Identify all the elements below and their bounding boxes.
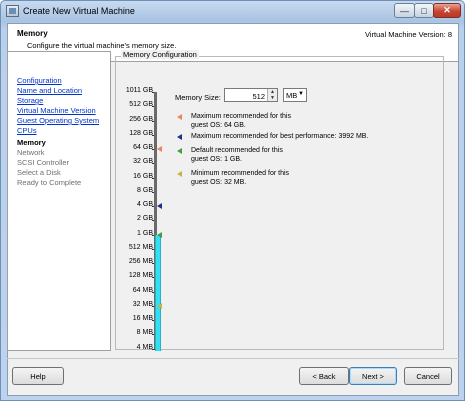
scale-label: 4 MB (136, 343, 153, 351)
window-app-icon (6, 5, 19, 17)
legend-marker-icon (177, 148, 182, 154)
nav-step-name-and-location[interactable]: Name and Location (17, 86, 82, 96)
legend-line-1: Maximum recommended for this (191, 113, 291, 120)
memory-size-label: Memory Size: (175, 93, 221, 102)
scale-label: 8 GB (137, 186, 153, 194)
maximize-button[interactable]: □ (414, 3, 434, 18)
scale-label: 64 GB (133, 144, 153, 151)
scale-label: 128 GB (129, 129, 153, 137)
scale-label: 512 MB (128, 243, 153, 251)
memory-unit-value: MB (286, 91, 298, 100)
legend-line-2: guest OS: 64 GB. (191, 122, 246, 129)
legend-line-1: Default recommended for this (191, 147, 283, 154)
nav-step-storage[interactable]: Storage (17, 96, 43, 106)
nav-step-virtual-machine-version[interactable]: Virtual Machine Version (17, 106, 96, 116)
scale-label: 16 GB (133, 172, 153, 180)
scale-label: 16 MB (132, 315, 153, 322)
page-title: Memory (17, 29, 48, 38)
nav-step-guest-operating-system[interactable]: Guest Operating System (17, 116, 99, 126)
nav-step-network: Network (17, 148, 45, 157)
help-button[interactable]: Help (12, 367, 64, 385)
memory-unit-select[interactable]: MB ▼ (283, 88, 307, 102)
scale-label: 2 GB (137, 215, 153, 223)
scale-label: 32 GB (133, 158, 153, 166)
nav-step-scsi-controller: SCSI Controller (17, 158, 70, 167)
minimize-button[interactable]: — (394, 3, 415, 18)
memory-size-spinner[interactable]: ▲ ▼ (267, 89, 277, 101)
scale-label: 256 MB (128, 258, 153, 265)
legend-item-text: Maximum recommended for this guest OS: 64… (191, 112, 291, 130)
max-os-marker-icon (157, 146, 162, 152)
legend-item-text: Default recommended for this guest OS: 1 … (191, 146, 283, 164)
scale-label: 1 GB (137, 229, 153, 237)
wizard-steps-nav: Configuration Name and Location Storage Vir… (7, 51, 111, 351)
legend-line-1: Minimum recommended for this (191, 170, 290, 177)
legend-marker-icon (177, 114, 182, 120)
footer-separator (7, 358, 459, 359)
scale-label: 1011 GB (125, 87, 153, 94)
spin-down-icon[interactable]: ▼ (268, 95, 277, 101)
create-vm-window: Create New Virtual Machine — □ ✕ Memory … (0, 0, 465, 401)
default-marker-icon (157, 231, 162, 238)
title-bar[interactable]: Create New Virtual Machine — □ ✕ (1, 1, 464, 23)
nav-step-configuration[interactable]: Configuration (17, 76, 62, 86)
next-button[interactable]: Next > (349, 367, 397, 385)
scale-label: 256 GB (129, 115, 153, 123)
memory-configuration-label: Memory Configuration (121, 50, 199, 59)
scale-label: 128 MB (128, 272, 153, 280)
legend-marker-icon (177, 134, 182, 140)
nav-step-cpus[interactable]: CPUs (17, 126, 37, 136)
chevron-down-icon: ▼ (298, 91, 304, 97)
min-os-marker-icon (157, 302, 162, 309)
window-title: Create New Virtual Machine (23, 6, 135, 16)
memory-configuration-group (115, 56, 444, 350)
nav-step-memory: Memory (17, 138, 46, 147)
scale-label: 8 MB (136, 329, 153, 337)
back-button[interactable]: < Back (299, 367, 349, 385)
nav-step-ready-to-complete: Ready to Complete (17, 178, 82, 187)
cancel-button[interactable]: Cancel (404, 367, 452, 385)
legend-item-text: Maximum recommended for best performance… (191, 132, 368, 141)
scale-label: 64 MB (132, 286, 153, 294)
legend-item-text: Minimum recommended for this guest OS: 32… (191, 169, 289, 187)
max-performance-marker-icon (157, 203, 162, 209)
scale-label: 32 MB (132, 300, 153, 308)
page-subtitle: Configure the virtual machine's memory s… (27, 41, 177, 50)
nav-step-select-a-disk: Select a Disk (17, 168, 61, 177)
memory-level-bar[interactable] (155, 234, 161, 351)
legend-marker-icon (177, 171, 182, 177)
close-button[interactable]: ✕ (433, 3, 461, 18)
vm-version-label: Virtual Machine Version: 8 (365, 30, 452, 39)
legend-line-1: Maximum recommended for best performance… (191, 133, 369, 140)
legend-line-2: guest OS: 1 GB. (191, 156, 242, 163)
scale-label: 4 GB (137, 201, 153, 208)
legend-line-2: guest OS: 32 MB. (191, 179, 247, 186)
scale-label: 512 GB (129, 101, 153, 109)
